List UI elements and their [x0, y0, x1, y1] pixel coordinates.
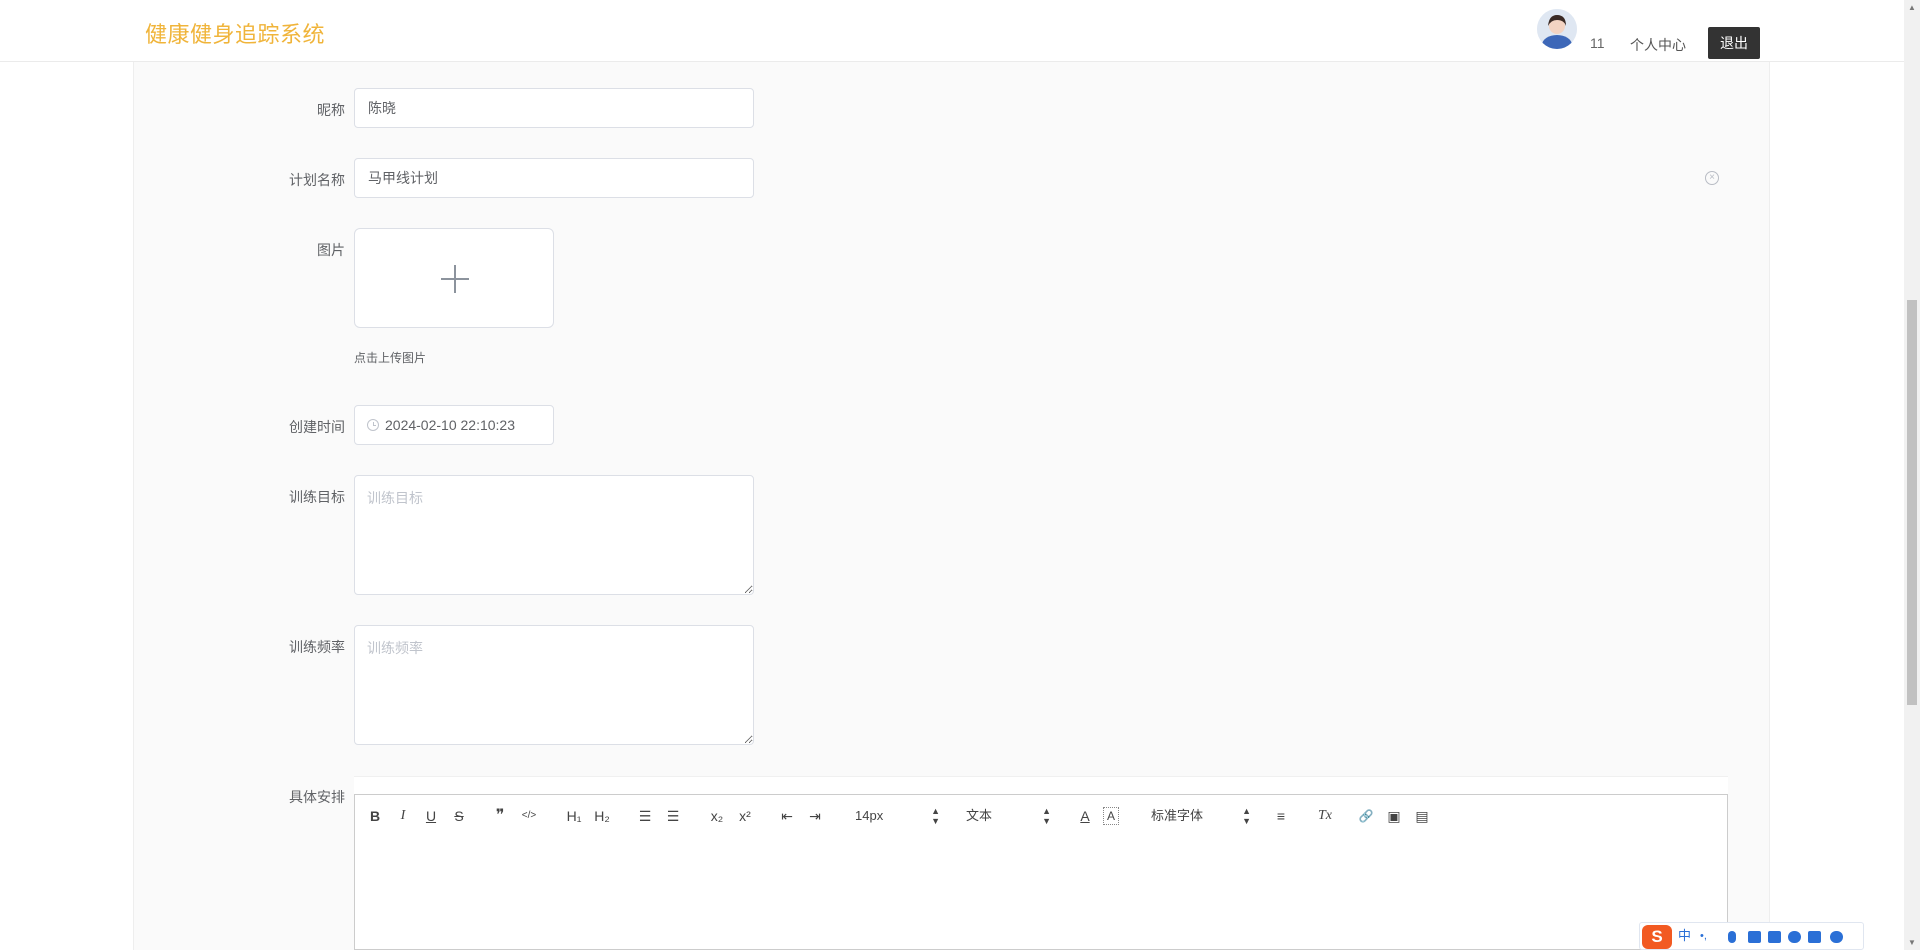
scroll-thumb[interactable]: [1907, 300, 1917, 705]
image-upload-box[interactable]: [354, 228, 554, 328]
font-family-select[interactable]: 标准字体 ▲ ▼: [1151, 806, 1251, 826]
bold-button[interactable]: B: [367, 806, 383, 826]
brand-title[interactable]: 健康健身追踪系统: [145, 17, 325, 49]
nickname-label: 昵称: [317, 102, 345, 118]
editor-content-area[interactable]: [354, 836, 1728, 950]
ime-language-toggle[interactable]: 中: [1678, 927, 1691, 945]
text-color-icon[interactable]: A: [1077, 806, 1093, 826]
clear-format-icon[interactable]: Tx: [1315, 806, 1335, 826]
font-size-select[interactable]: 14px ▲ ▼: [855, 806, 940, 826]
settings-gear-icon[interactable]: [1830, 931, 1843, 943]
h2-button[interactable]: H₂: [592, 806, 612, 826]
align-icon[interactable]: ≡: [1273, 806, 1289, 826]
goal-label: 训练目标: [289, 489, 345, 505]
logout-button[interactable]: 退出: [1708, 27, 1760, 59]
italic-button[interactable]: I: [395, 806, 411, 826]
created-time-label: 创建时间: [289, 419, 345, 435]
h1-button[interactable]: H₁: [564, 806, 584, 826]
clear-circle-icon[interactable]: ×: [1705, 171, 1719, 185]
font-size-value: 14px: [855, 808, 884, 823]
strike-button[interactable]: S: [451, 806, 467, 826]
superscript-button[interactable]: x²: [735, 806, 755, 826]
indent-icon[interactable]: ⇥: [807, 806, 823, 826]
select-arrows-icon: ▲ ▼: [1242, 806, 1251, 826]
frequency-textarea[interactable]: [354, 625, 754, 745]
ordered-list-icon[interactable]: ☰: [637, 806, 653, 826]
underline-button[interactable]: U: [423, 806, 439, 826]
header-value: 文本: [966, 808, 993, 823]
font-family-value: 标准字体: [1151, 808, 1204, 823]
user-avatar[interactable]: [1537, 9, 1577, 49]
keyboard-icon[interactable]: [1748, 931, 1761, 943]
ime-toolbar: S 中 •,: [1639, 922, 1864, 950]
robot-icon[interactable]: [1788, 931, 1801, 943]
clock-icon: [367, 419, 379, 431]
personal-center-link[interactable]: 个人中心: [1630, 35, 1686, 55]
skin-icon[interactable]: [1768, 931, 1781, 943]
plan-name-label: 计划名称: [289, 172, 345, 188]
outdent-icon[interactable]: ⇤: [779, 806, 795, 826]
frequency-label: 训练频率: [289, 639, 345, 655]
plus-icon: [441, 265, 469, 293]
apps-grid-icon[interactable]: [1808, 931, 1821, 943]
link-icon[interactable]: 🔗: [1357, 806, 1375, 826]
plan-name-value: 马甲线计划: [368, 170, 438, 186]
code-icon[interactable]: </>: [519, 806, 539, 826]
page-scrollbar[interactable]: ▲ ▼: [1904, 0, 1920, 950]
goal-textarea[interactable]: [354, 475, 754, 595]
background-color-icon[interactable]: A: [1103, 807, 1119, 825]
nickname-input[interactable]: 陈晓: [354, 88, 754, 128]
plan-name-input[interactable]: 马甲线计划: [354, 158, 754, 198]
created-time-picker[interactable]: 2024-02-10 22:10:23: [354, 405, 554, 445]
microphone-icon[interactable]: [1728, 931, 1736, 943]
video-icon[interactable]: ▤: [1413, 806, 1431, 826]
scroll-down-arrow-icon[interactable]: ▼: [1908, 938, 1916, 947]
avatar-image: [1537, 9, 1577, 49]
bullet-list-icon[interactable]: ☰: [665, 806, 681, 826]
top-navbar: 健康健身追踪系统 11 个人中心 退出: [0, 0, 1904, 62]
scroll-up-arrow-icon[interactable]: ▲: [1908, 3, 1916, 12]
header-select[interactable]: 文本 ▲ ▼: [966, 806, 1051, 826]
select-arrows-icon: ▲ ▼: [1042, 806, 1051, 826]
upload-hint: 点击上传图片: [354, 351, 427, 365]
editor-top-strip: [354, 776, 1728, 794]
nickname-value: 陈晓: [368, 100, 396, 116]
username-label: 11: [1590, 35, 1605, 51]
image-icon[interactable]: ▣: [1385, 806, 1403, 826]
select-arrows-icon: ▲ ▼: [931, 806, 940, 826]
editor-toolbar: B I U S ❞ </> H₁ H₂ ☰ ☰ x₂ x² ⇤ ⇥ 14px ▲…: [354, 794, 1728, 837]
schedule-label: 具体安排: [289, 789, 345, 805]
blockquote-icon[interactable]: ❞: [491, 806, 509, 826]
image-label: 图片: [317, 242, 345, 258]
subscript-button[interactable]: x₂: [707, 806, 727, 826]
sogou-logo-icon[interactable]: S: [1642, 925, 1672, 949]
ime-punctuation-toggle[interactable]: •,: [1700, 927, 1707, 945]
created-time-value: 2024-02-10 22:10:23: [385, 417, 515, 433]
